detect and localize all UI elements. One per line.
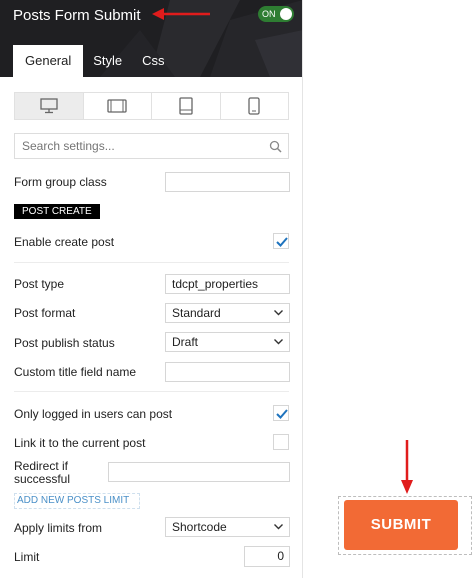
on-off-toggle[interactable]: ON [258, 6, 294, 22]
custom-title-field-name-input[interactable] [165, 362, 290, 382]
checkmark-icon [276, 409, 288, 419]
device-tablet-portrait-button[interactable] [152, 93, 221, 119]
desktop-icon [40, 98, 58, 114]
toggle-label: ON [262, 9, 276, 19]
search-input[interactable] [15, 134, 288, 158]
enable-create-post-checkbox[interactable] [273, 233, 289, 249]
checkmark-icon [276, 237, 288, 247]
only-logged-in-checkbox[interactable] [273, 405, 289, 421]
post-format-label: Post format [14, 306, 76, 320]
panel-title: Posts Form Submit [13, 7, 141, 24]
settings-panel: Posts Form Submit ON General Style Css S… [0, 0, 303, 578]
submit-button[interactable]: SUBMIT [344, 500, 458, 550]
panel-header: Posts Form Submit ON General Style Css [0, 0, 302, 77]
link-current-post-checkbox[interactable] [273, 434, 289, 450]
chevron-down-icon [274, 524, 283, 530]
tab-css[interactable]: Css [132, 45, 174, 77]
redirect-if-successful-label: Redirect if successful [14, 460, 70, 486]
apply-limits-from-value: Shortcode [172, 520, 227, 534]
redirect-label-line2: successful [14, 472, 71, 486]
device-switcher [14, 92, 289, 120]
limit-input[interactable]: 0 [244, 546, 290, 567]
chevron-down-icon [274, 339, 283, 345]
device-desktop-button[interactable] [15, 93, 84, 119]
post-format-value: Standard [172, 306, 221, 320]
post-create-section-title: POST CREATE [14, 204, 100, 219]
post-format-select[interactable]: Standard [165, 303, 290, 323]
phone-icon [248, 97, 260, 115]
form-group-class-input[interactable] [165, 172, 290, 192]
tab-general[interactable]: General [13, 45, 84, 77]
apply-limits-from-label: Apply limits from [14, 521, 103, 535]
only-logged-in-label: Only logged in users can post [14, 407, 173, 421]
link-current-post-label: Link it to the current post [14, 436, 146, 450]
tablet-landscape-icon [107, 99, 127, 113]
chevron-down-icon [274, 310, 283, 316]
annotation-arrow-left-icon [152, 8, 210, 20]
post-publish-status-select[interactable]: Draft [165, 332, 290, 352]
form-group-class-label: Form group class [14, 175, 107, 189]
limit-label: Limit [14, 550, 40, 564]
post-type-label: Post type [14, 277, 65, 291]
redirect-if-successful-input[interactable] [108, 462, 290, 482]
toggle-knob [280, 8, 292, 20]
add-new-posts-limit-link[interactable]: ADD NEW POSTS LIMIT [14, 493, 140, 509]
divider [14, 262, 289, 263]
post-publish-status-value: Draft [172, 335, 199, 349]
device-phone-button[interactable] [221, 93, 289, 119]
divider [14, 391, 289, 392]
panel-tabs: General Style Css [13, 45, 175, 77]
tablet-portrait-icon [179, 97, 193, 115]
device-tablet-landscape-button[interactable] [84, 93, 152, 119]
post-type-input[interactable]: tdcpt_properties [165, 274, 290, 294]
enable-create-post-label: Enable create post [14, 235, 115, 249]
search-icon [269, 140, 282, 153]
custom-title-field-name-label: Custom title field name [14, 365, 137, 379]
annotation-arrow-down-icon [401, 440, 413, 494]
post-publish-status-label: Post publish status [14, 336, 115, 350]
tab-style[interactable]: Style [83, 45, 132, 77]
search-settings [14, 133, 289, 159]
apply-limits-from-select[interactable]: Shortcode [165, 517, 290, 537]
